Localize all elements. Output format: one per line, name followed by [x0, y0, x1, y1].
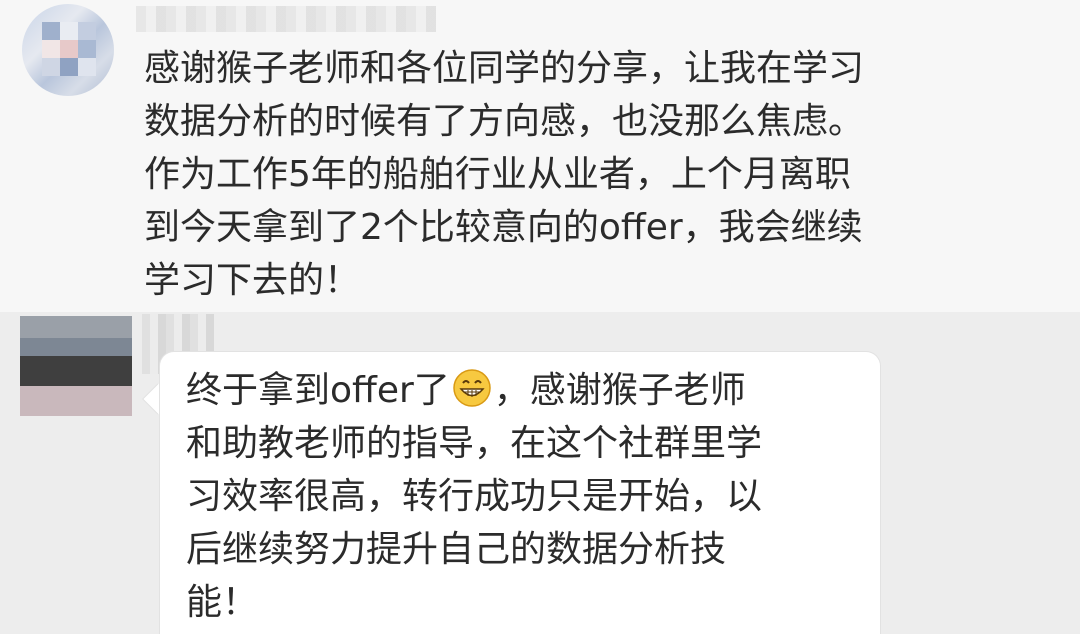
- message-line: 和助教老师的指导，在这个社群里学: [186, 423, 763, 464]
- message-line: ，感谢猴子老师: [493, 370, 746, 411]
- message-line: 作为工作5年的船舶行业从业者，上个月离职: [144, 154, 851, 195]
- message-line: 感谢猴子老师和各位同学的分享，让我在学习: [144, 48, 865, 89]
- chat-message-1: 感谢猴子老师和各位同学的分享，让我在学习 数据分析的时候有了方向感，也没那么焦虑…: [0, 0, 1080, 312]
- message-line: 学习下去的！: [144, 260, 361, 301]
- sender-name-blurred: [136, 6, 436, 32]
- message-line: 终于拿到offer了: [186, 370, 450, 411]
- message-text: 终于拿到offer了 ，感谢猴子老师 和助教老师的指导，在这个社群里学 习效率很…: [186, 364, 866, 629]
- message-line: 数据分析的时候有了方向感，也没那么焦虑。: [144, 101, 865, 142]
- message-text: 感谢猴子老师和各位同学的分享，让我在学习 数据分析的时候有了方向感，也没那么焦虑…: [144, 42, 1024, 307]
- message-line: 到今天拿到了2个比较意向的offer，我会继续: [144, 207, 863, 248]
- grinning-face-emoji-icon: [452, 368, 492, 408]
- message-line: 能！: [186, 582, 259, 623]
- chat-message-2: 终于拿到offer了 ，感谢猴子老师 和助教老师的指导，在这个社群里学 习效率很…: [0, 312, 1080, 634]
- message-line: 习效率很高，转行成功只是开始，以: [186, 476, 763, 517]
- message-line: 后继续努力提升自己的数据分析技: [186, 529, 727, 570]
- avatar[interactable]: [20, 316, 132, 416]
- avatar[interactable]: [22, 4, 114, 96]
